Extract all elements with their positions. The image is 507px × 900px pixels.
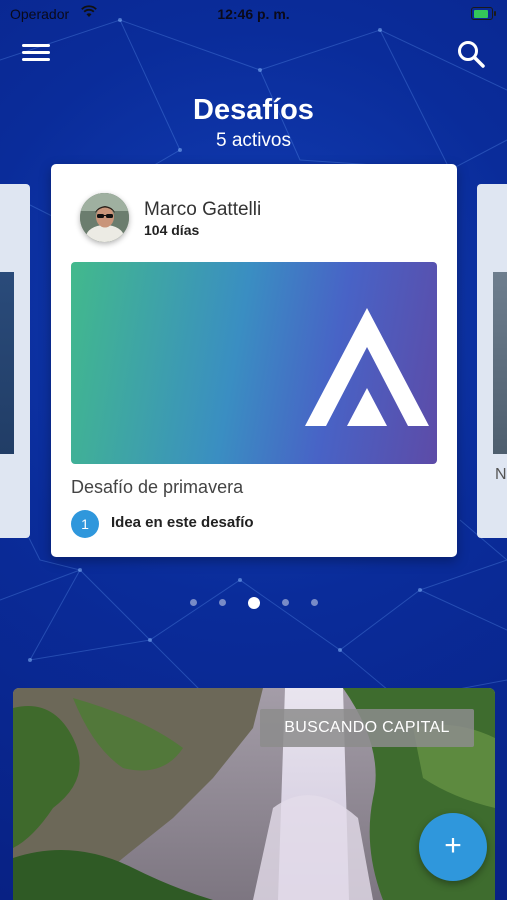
challenge-name[interactable]: Desafío de primavera — [71, 477, 243, 498]
challenge-card[interactable]: Marco Gattelli 104 días Desafío de prima… — [51, 164, 457, 557]
previous-challenge-card[interactable] — [0, 184, 30, 538]
battery-icon — [471, 7, 496, 20]
search-icon[interactable] — [455, 38, 487, 70]
brand-logo-icon — [305, 308, 429, 426]
pager-dot-active[interactable] — [247, 596, 260, 609]
active-count: 5 activos — [216, 130, 291, 151]
challenge-banner[interactable] — [71, 262, 437, 464]
clock: 12:46 p. m. — [217, 6, 290, 22]
pager-dot[interactable] — [281, 599, 289, 607]
hamburger-menu-icon[interactable] — [22, 40, 54, 68]
pager-dots[interactable] — [0, 594, 507, 612]
next-challenge-card[interactable]: N 2 — [477, 184, 507, 538]
idea-count-badge: 1 — [71, 510, 99, 538]
next-card-title: N — [495, 466, 507, 483]
pager-dot[interactable] — [310, 599, 318, 607]
add-idea-button[interactable]: + — [419, 813, 487, 881]
idea-label: Idea en este desafío — [111, 514, 254, 531]
pager-dot[interactable] — [189, 599, 197, 607]
avatar[interactable] — [80, 193, 129, 242]
user-days: 104 días — [144, 222, 200, 238]
status-bar: Operador 12:46 p. m. — [0, 0, 507, 28]
status-tag: BUSCANDO CAPITAL — [260, 709, 474, 747]
page-title: Desafíos — [193, 94, 314, 126]
pager-dot[interactable] — [218, 599, 226, 607]
user-name[interactable]: Marco Gattelli — [144, 199, 261, 221]
